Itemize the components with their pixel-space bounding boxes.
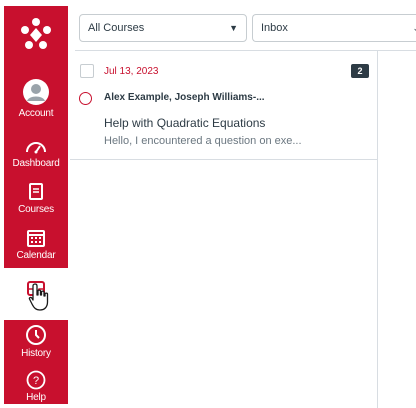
- nav-history[interactable]: History: [4, 324, 68, 359]
- svg-text:?: ?: [33, 375, 39, 387]
- global-nav: Account Dashboard Courses Calendar Histo…: [4, 6, 68, 404]
- nav-inbox-active[interactable]: [4, 268, 68, 320]
- nav-label-calendar: Calendar: [16, 250, 56, 261]
- message-subject: Help with Quadratic Equations: [104, 116, 266, 130]
- unread-indicator-icon[interactable]: [79, 92, 92, 105]
- mailbox-filter-value: Inbox: [261, 22, 288, 34]
- courses-icon: [29, 183, 43, 200]
- history-icon: [26, 325, 46, 345]
- logo[interactable]: [4, 6, 68, 64]
- mailbox-filter-select[interactable]: Inbox ⌄: [252, 14, 416, 42]
- nav-label-account: Account: [18, 108, 54, 119]
- nav-calendar[interactable]: Calendar: [4, 228, 68, 261]
- message-participants: Alex Example, Joseph Williams-...: [104, 92, 265, 103]
- calendar-icon: [27, 230, 45, 247]
- brand-logo-icon: [21, 18, 51, 49]
- course-filter-select[interactable]: All Courses ▼: [79, 14, 247, 42]
- dashboard-icon: [26, 142, 46, 154]
- nav-dashboard[interactable]: Dashboard: [4, 138, 68, 169]
- nav-label-help: Help: [26, 392, 46, 403]
- hand-cursor-icon: [28, 283, 49, 311]
- nav-label-history: History: [21, 348, 51, 359]
- message-list: Jul 13, 2023 2 Alex Example, Joseph Will…: [70, 51, 378, 408]
- chevron-down-icon: ⌄: [412, 23, 416, 34]
- nav-label-courses: Courses: [18, 204, 54, 215]
- message-preview: Hello, I encountered a question on exe..…: [104, 135, 302, 147]
- nav-help[interactable]: ? Help: [4, 370, 68, 403]
- course-filter-value: All Courses: [88, 22, 145, 34]
- account-icon: [23, 79, 49, 105]
- list-item[interactable]: Jul 13, 2023 2 Alex Example, Joseph Will…: [70, 51, 377, 160]
- help-icon: ?: [26, 370, 46, 390]
- message-select-checkbox[interactable]: [80, 64, 94, 78]
- inbox-toolbar: All Courses ▼ Inbox ⌄: [75, 6, 416, 51]
- chevron-down-icon: ▼: [229, 23, 238, 33]
- message-count-badge: 2: [351, 64, 369, 78]
- nav-label-dashboard: Dashboard: [12, 158, 60, 169]
- nav-courses[interactable]: Courses: [4, 182, 68, 215]
- nav-account[interactable]: Account: [4, 78, 68, 119]
- message-date: Jul 13, 2023: [104, 66, 159, 77]
